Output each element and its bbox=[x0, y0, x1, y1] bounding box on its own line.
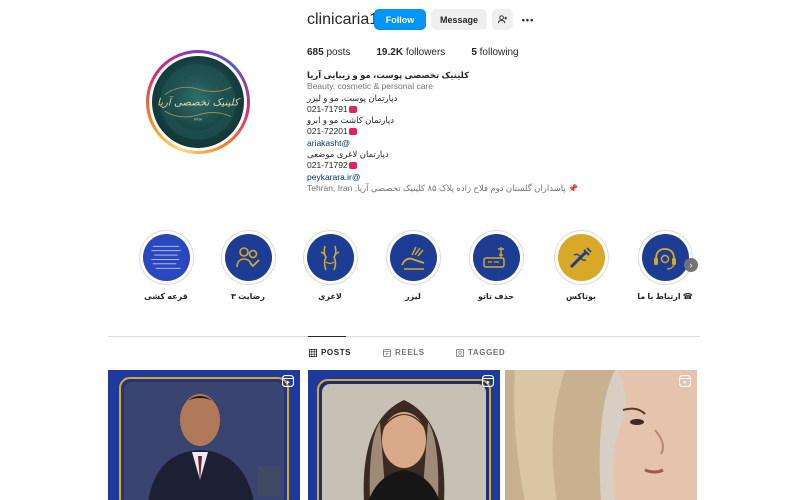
bio-phone-1: 021-71791 bbox=[307, 103, 348, 114]
highlight-laser[interactable]: لیزر bbox=[383, 230, 443, 301]
avatar-logo-art: کلینیک تخصصی آریا ARIA bbox=[157, 64, 241, 140]
highlight-ring bbox=[553, 230, 609, 285]
chevron-right-icon: › bbox=[689, 260, 693, 270]
highlights-next-button[interactable]: › bbox=[684, 258, 698, 272]
profile-stats: 685 posts 19.2K followers 5 following bbox=[307, 47, 545, 58]
highlight-ring bbox=[385, 230, 441, 285]
body-slimming-icon bbox=[306, 234, 354, 281]
posts-count: 685 bbox=[307, 47, 324, 58]
following-label: following bbox=[479, 47, 519, 58]
highlight-satisfaction[interactable]: رضایت ۳ bbox=[218, 230, 278, 301]
bio-line-hair-dept: دپارتمان کاشت مو و ابرو bbox=[307, 115, 395, 126]
bio-phone-3-row: 021-71792 bbox=[307, 160, 607, 171]
followers-label: followers bbox=[405, 47, 446, 58]
reel-indicator-icon bbox=[282, 375, 294, 387]
telephone-icon bbox=[348, 162, 357, 170]
reel-indicator-icon bbox=[679, 375, 691, 387]
bio-title: کلینیک تخصصی پوست، مو و زیبایی آریا bbox=[307, 70, 470, 80]
highlight-lottery[interactable]: قرعه کشی bbox=[136, 230, 196, 301]
highlight-ring bbox=[220, 230, 276, 285]
bio-handle-peykarara[interactable]: peykarara.ir@ bbox=[307, 172, 607, 183]
profile-avatar-frame: کلینیک تخصصی آریا ARIA bbox=[149, 53, 247, 151]
highlight-label: بوتاکس bbox=[566, 292, 596, 301]
highlight-label: حذف تاتو bbox=[478, 292, 514, 301]
botox-icon bbox=[557, 234, 605, 281]
highlight-label: لیزر bbox=[405, 292, 421, 301]
following-stat[interactable]: 5 following bbox=[471, 47, 518, 58]
bio-line-slimming-dept: دپارتمان لاغری موضعی bbox=[307, 149, 389, 160]
bio-phone-2-row: 021-72201 bbox=[307, 126, 607, 137]
post-1-image bbox=[108, 370, 300, 500]
reel-indicator-icon bbox=[482, 375, 494, 387]
more-dots-icon: ••• bbox=[521, 14, 535, 25]
telephone-icon bbox=[348, 105, 357, 113]
reels-icon bbox=[383, 348, 391, 357]
highlight-label: لاغری bbox=[318, 292, 342, 301]
highlight-label: قرعه کشی bbox=[144, 292, 188, 301]
highlight-label: رضایت ۳ bbox=[231, 292, 265, 301]
bio-line-skin-dept: دپارتمان پوست، مو و لیزر bbox=[307, 92, 398, 103]
profile-username: clinicaria1 bbox=[307, 11, 379, 28]
tattoo-removal-icon bbox=[472, 234, 520, 281]
post-tile-3[interactable] bbox=[505, 370, 697, 500]
tab-posts-label: POSTS bbox=[321, 348, 352, 357]
avatar-logo-text: کلینیک تخصصی آریا bbox=[157, 96, 241, 109]
highlight-tattoo-removal[interactable]: حذف تاتو bbox=[466, 230, 526, 301]
followers-count: 19.2K bbox=[376, 47, 404, 58]
bio-handle-ariakasht[interactable]: ariakasht@ bbox=[307, 138, 607, 149]
tab-reels[interactable]: REELS bbox=[383, 348, 425, 357]
post-2-image bbox=[308, 370, 500, 500]
highlight-ring bbox=[138, 230, 194, 285]
highlight-botox[interactable]: بوتاکس bbox=[551, 230, 611, 301]
telephone-icon bbox=[348, 128, 357, 136]
active-tab-indicator bbox=[308, 336, 346, 337]
follow-button[interactable]: Follow bbox=[374, 9, 426, 30]
post-tile-2[interactable] bbox=[308, 370, 500, 500]
grid-icon bbox=[309, 348, 317, 357]
profile-avatar-ring[interactable]: کلینیک تخصصی آریا ARIA bbox=[146, 50, 250, 154]
posts-stat: 685 posts bbox=[307, 47, 350, 58]
tab-tagged[interactable]: TAGGED bbox=[456, 348, 505, 357]
laser-icon bbox=[389, 234, 437, 281]
bio-phone-2: 021-72201 bbox=[307, 126, 348, 137]
suggest-user-button[interactable] bbox=[492, 9, 513, 30]
following-count: 5 bbox=[471, 47, 477, 58]
tab-posts[interactable]: POSTS bbox=[309, 348, 351, 357]
avatar[interactable]: کلینیک تخصصی آریا ARIA bbox=[152, 56, 244, 148]
contact-headset-icon bbox=[641, 234, 689, 281]
svg-text:ARIA: ARIA bbox=[194, 117, 203, 121]
posts-label: posts bbox=[326, 47, 351, 58]
satisfaction-icon bbox=[224, 234, 272, 281]
tab-reels-label: REELS bbox=[395, 348, 425, 357]
highlight-ring bbox=[468, 230, 524, 285]
highlight-label: ارتباط با ما ☎ bbox=[637, 292, 693, 301]
highlight-slimming[interactable]: لاغری bbox=[300, 230, 360, 301]
bio-address: Tehran, Iran ,پاسداران گلستان دوم فلاح ز… bbox=[307, 182, 566, 193]
pushpin-icon: 📌 bbox=[568, 183, 579, 193]
tab-tagged-label: TAGGED bbox=[468, 348, 506, 357]
bio-address-row: Tehran, Iran ,پاسداران گلستان دوم فلاح ز… bbox=[307, 183, 607, 194]
bio-category: Beauty, cosmetic & personal care bbox=[307, 81, 433, 92]
tabs-divider bbox=[108, 336, 700, 337]
bio-phone-3: 021-71792 bbox=[307, 160, 348, 171]
post-tile-1[interactable] bbox=[108, 370, 300, 500]
add-person-icon bbox=[497, 15, 508, 24]
post-3-image bbox=[505, 370, 697, 500]
message-button[interactable]: Message bbox=[431, 9, 487, 30]
tagged-icon bbox=[456, 348, 464, 357]
highlight-ring bbox=[637, 230, 693, 285]
profile-bio: کلینیک تخصصی پوست، مو و زیبایی آریا Beau… bbox=[307, 70, 607, 194]
lottery-icon bbox=[142, 234, 190, 281]
more-options-button[interactable]: ••• bbox=[518, 9, 538, 30]
bio-phone-1-row: 021-71791 bbox=[307, 104, 607, 115]
followers-stat[interactable]: 19.2K followers bbox=[376, 47, 445, 58]
highlight-ring bbox=[302, 230, 358, 285]
